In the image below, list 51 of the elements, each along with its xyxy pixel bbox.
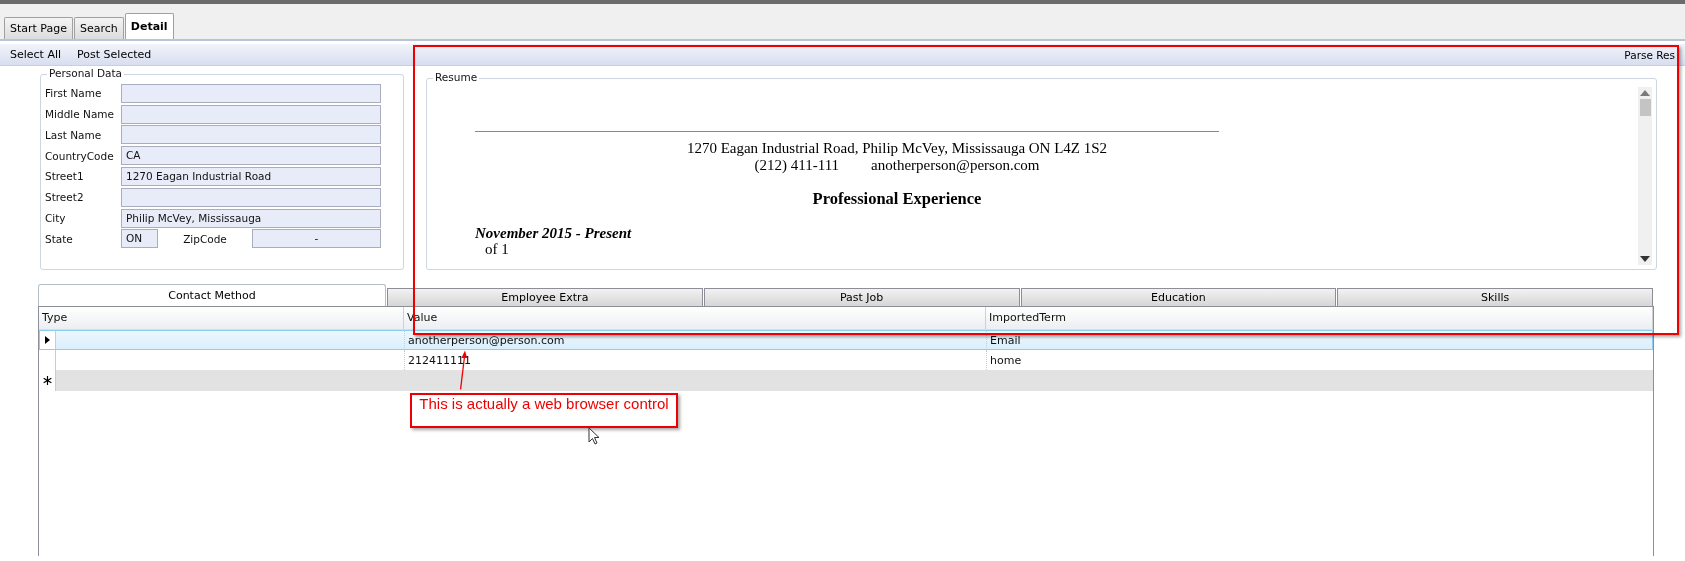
table-cell: anotherperson@person.com [405,330,987,350]
phone-text: (212) 411-111 [754,157,840,174]
input-field[interactable] [121,125,381,145]
tab[interactable]: Contact Method [38,284,386,306]
field-label: Street2 [44,191,85,204]
field-label: First Name [44,87,103,100]
field-label: CountryCode [44,149,115,162]
scroll-down-icon[interactable] [1640,256,1650,262]
input-field[interactable]: Philip McVey, Mississauga [121,208,381,228]
table-cell-text: Email [989,333,1022,347]
table-row[interactable]: anotherperson@person.com Email [39,330,1653,350]
input-field[interactable]: - [252,229,381,249]
input-field[interactable] [121,187,381,207]
input-field[interactable] [121,83,381,103]
page-note: of 1 [484,241,510,257]
group-title: Personal Data [47,67,125,79]
toolbar-button[interactable]: Post Selected [71,48,158,61]
address-text: 1270 Eagan Industrial Road, Philip McVey, Mississauga ON L4Z 1S2 [685,140,1109,157]
tab[interactable]: Detail [124,13,174,39]
scroll-thumb[interactable] [1639,99,1651,116]
cursor-icon [588,427,600,445]
input-field[interactable]: CA [121,146,381,166]
period-text: November 2015 - Present [475,225,633,241]
tab[interactable]: Start Page [4,17,73,39]
toolbar-button[interactable]: Parse Res [1624,48,1685,61]
new-row-icon [42,376,52,385]
column-header[interactable]: Type [39,307,404,329]
input-field[interactable] [121,104,381,124]
group-title: Resume [433,71,480,83]
tab[interactable]: Search [74,17,124,39]
current-row-icon [44,336,50,344]
field-label: State [44,232,74,245]
input-field[interactable]: 1270 Eagan Industrial Road [121,166,381,186]
table-cell-text: home [989,353,1023,367]
email-text: anotherperson@person.com [871,157,1040,174]
tab[interactable]: Past Job [703,288,1020,306]
field-label: Middle Name [44,108,115,121]
annotation-callout: This is actually a web browser control [410,393,678,428]
toolbar-button[interactable]: Select All [4,48,68,61]
field-label: ZipCode [182,232,228,245]
section-heading: Professional Experience [811,189,983,209]
tab[interactable]: Skills [1337,288,1653,306]
scrollbar[interactable] [1638,87,1652,265]
input-field[interactable]: ON [121,229,158,249]
column-header[interactable]: ImportedTerm [986,307,1653,329]
tab[interactable]: Education [1020,288,1337,306]
field-label: City [44,212,67,225]
field-label: Last Name [44,128,103,141]
tab[interactable]: Employee Extra [387,288,703,306]
scroll-up-icon[interactable] [1640,90,1650,96]
field-label: Street1 [44,170,85,183]
